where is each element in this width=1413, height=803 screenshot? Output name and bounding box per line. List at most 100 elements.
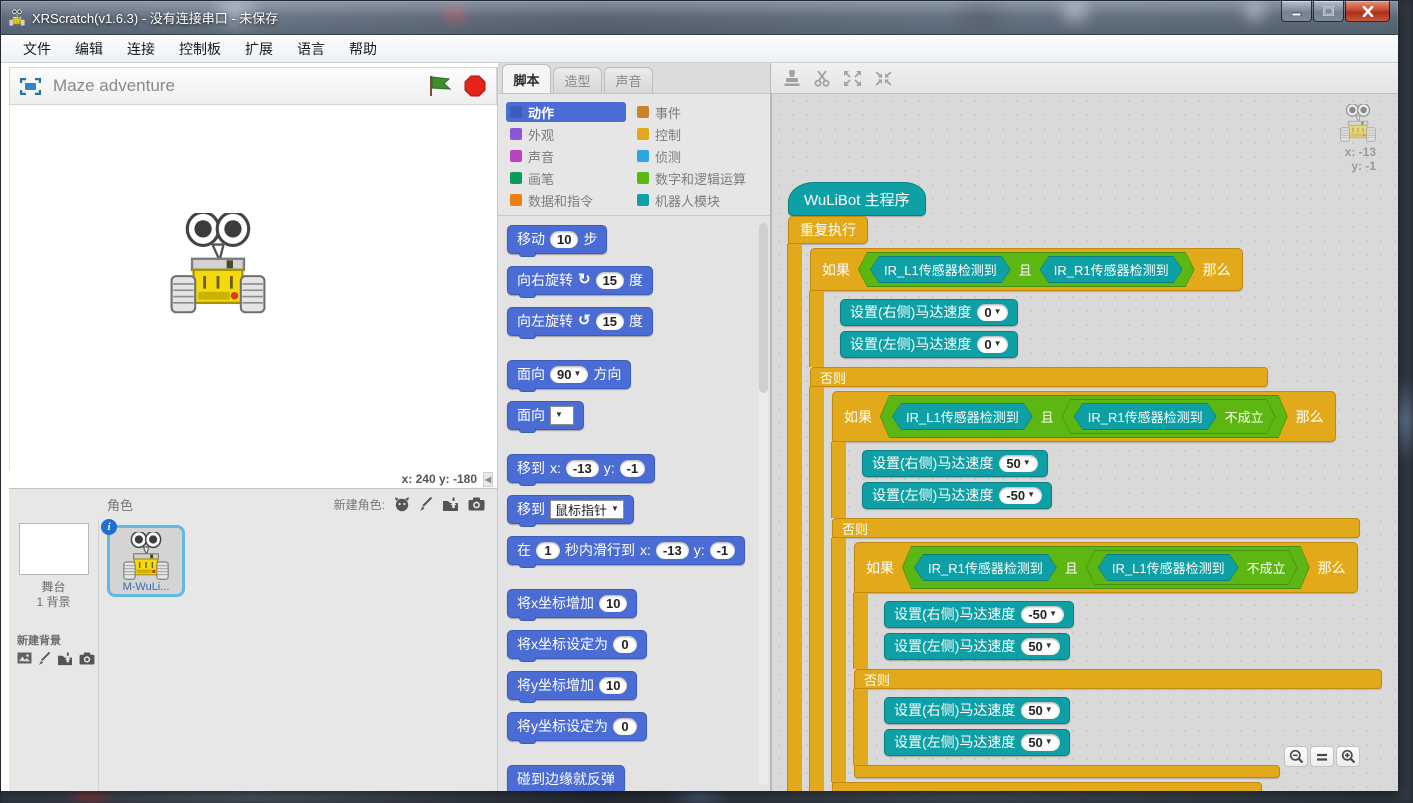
zoom-out-icon[interactable] bbox=[1284, 746, 1308, 767]
dropdown-menu[interactable]: 鼠标指针▼ bbox=[550, 500, 624, 519]
value-dropdown[interactable]: -50▼ bbox=[999, 487, 1042, 504]
and-operator-block[interactable]: IR_L1传感器检测到且IR_R1传感器检测到不成立 bbox=[880, 395, 1288, 438]
camera-icon[interactable] bbox=[79, 652, 95, 669]
collapse-arrow-icon[interactable]: ◀ bbox=[483, 472, 493, 487]
menu-item-4[interactable]: 控制板 bbox=[169, 36, 231, 62]
palette-block[interactable]: 移到鼠标指针▼ bbox=[507, 495, 634, 524]
close-button[interactable] bbox=[1345, 1, 1390, 22]
palette-block[interactable]: 移动10步 bbox=[507, 225, 607, 254]
tab-造型[interactable]: 造型 bbox=[553, 67, 602, 93]
title-bar[interactable]: XRScratch(v1.6.3) - 没有连接串口 - 未保存 bbox=[1, 1, 1398, 35]
palette-block[interactable]: 将y坐标增加10 bbox=[507, 671, 637, 700]
palette-block[interactable]: 碰到边缘就反弹 bbox=[507, 765, 625, 791]
zoom-reset-icon[interactable] bbox=[1310, 746, 1334, 767]
value-dropdown[interactable]: 0▼ bbox=[977, 336, 1008, 353]
new-sprite-icon[interactable] bbox=[394, 497, 410, 512]
value-input[interactable]: 10 bbox=[550, 231, 578, 248]
category-控制[interactable]: 控制 bbox=[633, 124, 750, 144]
stage-canvas[interactable] bbox=[9, 105, 497, 470]
upload-icon[interactable] bbox=[442, 497, 459, 512]
menu-item-6[interactable]: 语言 bbox=[287, 36, 335, 62]
and-operator-block[interactable]: IR_L1传感器检测到且IR_R1传感器检测到 bbox=[858, 252, 1195, 287]
value-dropdown[interactable]: 0▼ bbox=[977, 304, 1008, 321]
forever-loop-block[interactable]: 重复执行如果IR_L1传感器检测到且IR_R1传感器检测到那么设置(右侧)马达速… bbox=[788, 216, 1382, 791]
stage-thumbnail[interactable] bbox=[19, 523, 89, 575]
if-else-block[interactable]: 如果IR_L1传感器检测到且IR_R1传感器检测到那么设置(右侧)马达速度0▼设… bbox=[810, 248, 1382, 791]
value-dropdown[interactable]: 50▼ bbox=[1021, 734, 1059, 751]
value-dropdown[interactable]: 50▼ bbox=[999, 455, 1037, 472]
tab-声音[interactable]: 声音 bbox=[604, 67, 653, 93]
value-input[interactable]: 0 bbox=[613, 636, 637, 653]
dropdown-menu[interactable]: ▼ bbox=[550, 406, 574, 425]
upload-icon[interactable] bbox=[57, 652, 73, 669]
maximize-button[interactable] bbox=[1313, 1, 1344, 22]
category-侦测[interactable]: 侦测 bbox=[633, 146, 750, 166]
category-机器人模块[interactable]: 机器人模块 bbox=[633, 190, 750, 210]
set-motor-speed-block[interactable]: 设置(左侧)马达速度50▼ bbox=[884, 633, 1070, 660]
palette-block[interactable]: 将x坐标设定为0 bbox=[507, 630, 647, 659]
value-input[interactable]: 15 bbox=[596, 313, 624, 330]
value-input[interactable]: 1 bbox=[536, 542, 560, 559]
grow-icon[interactable] bbox=[843, 70, 862, 87]
value-input[interactable]: -1 bbox=[620, 460, 646, 477]
sensor-reporter-block[interactable]: IR_R1传感器检测到 bbox=[914, 554, 1057, 581]
not-operator-block[interactable]: IR_L1传感器检测到不成立 bbox=[1086, 550, 1298, 585]
category-数字和逻辑运算[interactable]: 数字和逻辑运算 bbox=[633, 168, 750, 188]
zoom-in-icon[interactable] bbox=[1336, 746, 1360, 767]
palette-block[interactable]: 向左旋转↺15度 bbox=[507, 307, 653, 336]
palette-block[interactable]: 面向90▼方向 bbox=[507, 360, 631, 389]
sensor-reporter-block[interactable]: IR_L1传感器检测到 bbox=[1098, 554, 1239, 581]
menu-item-2[interactable]: 编辑 bbox=[65, 36, 113, 62]
stop-icon[interactable] bbox=[464, 75, 486, 97]
fullscreen-icon[interactable] bbox=[20, 78, 41, 95]
value-input[interactable]: 10 bbox=[599, 595, 627, 612]
palette-block[interactable]: 将x坐标增加10 bbox=[507, 589, 637, 618]
sensor-reporter-block[interactable]: IR_R1传感器检测到 bbox=[1040, 256, 1183, 283]
value-dropdown[interactable]: 50▼ bbox=[1021, 702, 1059, 719]
value-input[interactable]: 10 bbox=[599, 677, 627, 694]
menu-item-3[interactable]: 连接 bbox=[117, 36, 165, 62]
paintbrush-icon[interactable] bbox=[419, 497, 433, 512]
category-数据和指令[interactable]: 数据和指令 bbox=[506, 190, 633, 210]
value-input[interactable]: -1 bbox=[710, 542, 736, 559]
menu-item-1[interactable]: 文件 bbox=[13, 36, 61, 62]
green-flag-icon[interactable] bbox=[428, 75, 452, 97]
category-声音[interactable]: 声音 bbox=[506, 146, 633, 166]
set-motor-speed-block[interactable]: 设置(左侧)马达速度0▼ bbox=[840, 331, 1018, 358]
scissors-icon[interactable] bbox=[813, 70, 831, 87]
category-外观[interactable]: 外观 bbox=[506, 124, 633, 144]
palette-scrollbar[interactable] bbox=[759, 223, 768, 785]
set-motor-speed-block[interactable]: 设置(右侧)马达速度-50▼ bbox=[884, 601, 1074, 628]
palette-block[interactable]: 面向▼ bbox=[507, 401, 584, 430]
and-operator-block[interactable]: IR_R1传感器检测到且IR_L1传感器检测到不成立 bbox=[902, 546, 1310, 589]
value-dropdown[interactable]: 90▼ bbox=[550, 366, 588, 383]
script-canvas[interactable]: WuLiBot 主程序重复执行如果IR_L1传感器检测到且IR_R1传感器检测到… bbox=[771, 94, 1398, 791]
category-事件[interactable]: 事件 bbox=[633, 102, 750, 122]
sprite-tile[interactable]: i M-WuLi... bbox=[107, 525, 185, 597]
value-input[interactable]: -13 bbox=[656, 542, 689, 559]
not-operator-block[interactable]: IR_R1传感器检测到不成立 bbox=[1062, 399, 1276, 434]
menu-item-7[interactable]: 帮助 bbox=[339, 36, 387, 62]
menu-item-5[interactable]: 扩展 bbox=[235, 36, 283, 62]
paintbrush-icon[interactable] bbox=[38, 652, 51, 669]
value-dropdown[interactable]: 50▼ bbox=[1021, 638, 1059, 655]
value-input[interactable]: 0 bbox=[613, 718, 637, 735]
if-else-block[interactable]: 如果IR_R1传感器检测到且IR_L1传感器检测到不成立那么设置(右侧)马达速度… bbox=[854, 542, 1382, 778]
palette-block[interactable]: 向右旋转↻15度 bbox=[507, 266, 653, 295]
hat-block[interactable]: WuLiBot 主程序 bbox=[788, 182, 926, 216]
set-motor-speed-block[interactable]: 设置(左侧)马达速度50▼ bbox=[884, 729, 1070, 756]
backdrop-image-icon[interactable] bbox=[17, 652, 32, 669]
category-画笔[interactable]: 画笔 bbox=[506, 168, 633, 188]
value-dropdown[interactable]: -50▼ bbox=[1021, 606, 1064, 623]
tab-脚本[interactable]: 脚本 bbox=[502, 64, 551, 93]
info-icon[interactable]: i bbox=[101, 519, 117, 535]
palette-block[interactable]: 将y坐标设定为0 bbox=[507, 712, 647, 741]
value-input[interactable]: 15 bbox=[596, 272, 624, 289]
set-motor-speed-block[interactable]: 设置(右侧)马达速度50▼ bbox=[884, 697, 1070, 724]
sensor-reporter-block[interactable]: IR_R1传感器检测到 bbox=[1074, 403, 1217, 430]
sensor-reporter-block[interactable]: IR_L1传感器检测到 bbox=[892, 403, 1033, 430]
stamp-icon[interactable] bbox=[783, 70, 801, 87]
robot-sprite[interactable] bbox=[170, 213, 266, 314]
category-动作[interactable]: 动作 bbox=[506, 102, 626, 122]
sensor-reporter-block[interactable]: IR_L1传感器检测到 bbox=[870, 256, 1011, 283]
